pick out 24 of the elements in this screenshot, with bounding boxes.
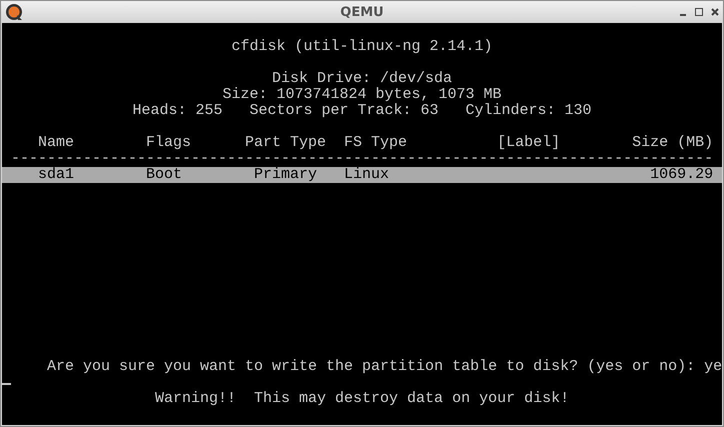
table-cell-text: 1069.29	[649, 167, 714, 183]
close-icon[interactable]	[711, 8, 719, 16]
partition-row[interactable]: sda1 Boot Primary Linux 1069.29	[2, 167, 722, 183]
app-logo-icon	[5, 3, 23, 21]
column-header: [Label]	[497, 135, 562, 151]
disk-info-line: Disk Drive: /dev/sda	[270, 71, 454, 87]
column-header: FS Type	[344, 135, 408, 151]
disk-info-line: Size: 1073741824 bytes, 1073 MB	[221, 87, 503, 103]
disk-info-line: Heads: 255 Sectors per Track: 63 Cylinders: 130	[131, 103, 593, 119]
separator-line: ------------------------------------------------------------------------------	[11, 151, 714, 167]
column-header: Name	[38, 135, 76, 151]
column-header: Flags	[146, 135, 192, 151]
column-header: Part Type	[245, 135, 328, 151]
text-cursor	[2, 383, 11, 385]
table-cell-text: Boot	[146, 167, 184, 183]
table-cell-text: Primary	[253, 167, 318, 183]
warning-message: Warning!! This may destroy data on your disk!	[155, 391, 570, 407]
window-title: QEMU	[340, 4, 384, 20]
confirm-prompt: Are you sure you want to write the partition table to disk? (yes or no): ye	[47, 359, 722, 375]
maximize-icon[interactable]	[695, 8, 703, 16]
column-header: Size (MB)	[632, 135, 714, 151]
table-cell-text: sda1	[38, 167, 76, 183]
program-title: cfdisk (util-linux-ng 2.14.1)	[230, 39, 494, 55]
table-cell-text: Linux	[344, 167, 390, 183]
